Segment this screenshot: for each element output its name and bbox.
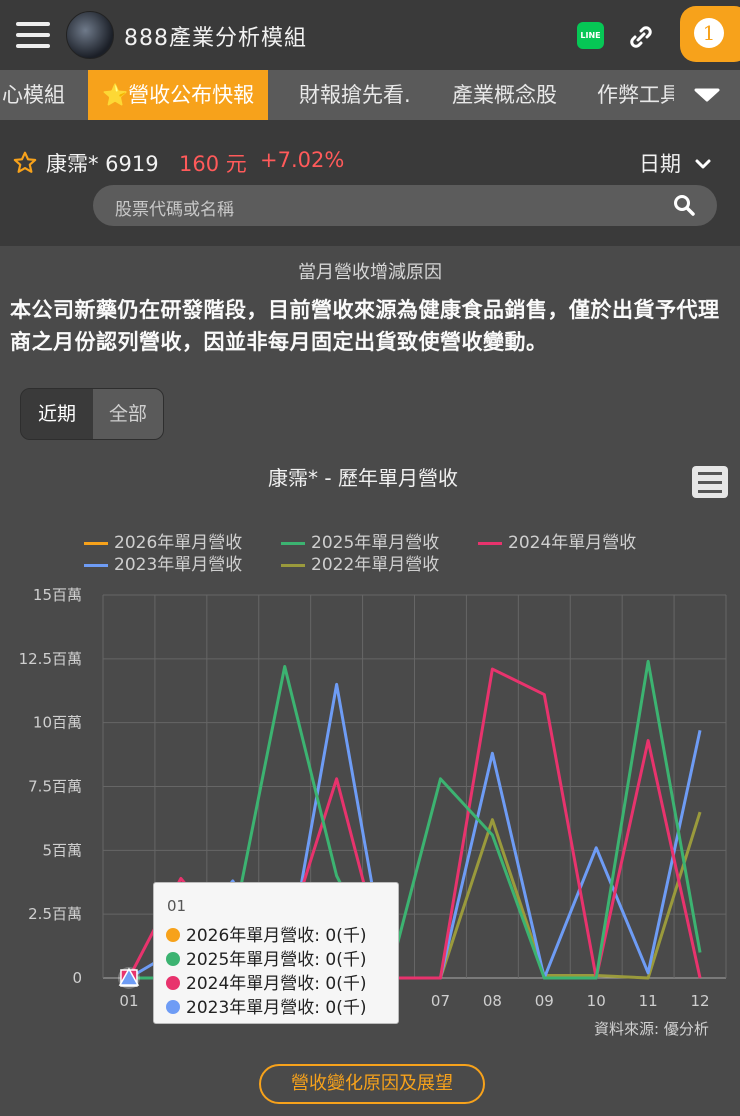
x-tick-label: 11 — [639, 992, 658, 1010]
y-tick-label: 0 — [72, 969, 82, 987]
x-tick-label: 12 — [690, 992, 709, 1010]
tooltip-dot — [166, 976, 180, 990]
data-source: 資料來源: 優分析 — [594, 1020, 709, 1038]
tooltip-row: 2023年單月營收: 0(千) — [166, 993, 366, 1018]
tab-more-button[interactable] — [674, 70, 740, 120]
tooltip-row: 2026年單月營收: 0(千) — [166, 921, 366, 946]
chevron-down-icon — [694, 88, 720, 102]
chart-title: 康霈* - 歷年單月營收 — [268, 466, 458, 490]
legend-item[interactable]: 2023年單月營收 — [84, 550, 242, 575]
search-icon[interactable] — [673, 194, 695, 216]
tab-core-module[interactable]: 心模組 — [2, 70, 65, 120]
tooltip-text: 2026年單月營收: 0(千) — [186, 926, 367, 946]
favorite-star-icon[interactable] — [12, 150, 38, 176]
x-tick-label: 09 — [535, 992, 554, 1010]
y-tick-label: 12.5百萬 — [19, 650, 82, 668]
link-icon[interactable] — [628, 24, 654, 50]
tooltip-row: 2025年單月營收: 0(千) — [166, 945, 366, 970]
tab-tools[interactable]: 作弊工具 — [597, 70, 681, 120]
stock-price: 160 元 — [179, 152, 247, 176]
tooltip-dot — [166, 1000, 180, 1014]
stock-name: 康霈* 6919 — [46, 152, 159, 176]
y-tick-label: 5百萬 — [42, 841, 82, 859]
tab-financial-preview[interactable]: 財報搶先看. — [299, 70, 411, 120]
app-logo[interactable] — [66, 11, 114, 59]
legend-item[interactable]: 2022年單月營收 — [281, 550, 439, 575]
tooltip-text: 2023年單月營收: 0(千) — [186, 998, 367, 1018]
stock-header — [0, 120, 740, 246]
y-tick-label: 15百萬 — [33, 586, 82, 604]
chevron-down-icon — [695, 159, 711, 169]
search-input[interactable]: 股票代碼或名稱 — [115, 195, 234, 220]
revenue-reason-text: 本公司新藥仍在研發階段，目前營收來源為健康食品銷售，僅於出貨予代理商之月份認列營… — [10, 298, 720, 354]
tooltip-header: 01 — [167, 897, 187, 915]
tooltip-dot — [166, 928, 180, 942]
tooltip-dot — [166, 952, 180, 966]
legend-label: 2024年單月營收 — [508, 533, 637, 553]
notification-button[interactable]: 1 — [680, 6, 740, 62]
x-tick-label: 07 — [431, 992, 450, 1010]
x-tick-label: 10 — [587, 992, 606, 1010]
notification-count: 1 — [694, 18, 724, 48]
menu-icon[interactable] — [16, 22, 50, 48]
line-share-icon[interactable]: LINE — [577, 22, 604, 49]
chart-menu-button[interactable] — [692, 466, 728, 498]
tooltip-text: 2024年單月營收: 0(千) — [186, 974, 367, 994]
tooltip-text: 2025年單月營收: 0(千) — [186, 950, 367, 970]
chart-tooltip: 01 2026年單月營收: 0(千) 2025年單月營收: 0(千) 2024年… — [153, 882, 399, 1024]
tab-bar: 心模組 ⭐營收公布快報 財報搶先看. 產業概念股 作弊工具 — [0, 70, 740, 120]
y-tick-label: 2.5百萬 — [28, 905, 82, 923]
y-tick-label: 7.5百萬 — [28, 778, 82, 796]
range-all-button[interactable]: 全部 — [93, 389, 163, 439]
stock-search[interactable]: 股票代碼或名稱 — [93, 185, 717, 226]
revenue-outlook-button[interactable]: 營收變化原因及展望 — [259, 1064, 485, 1104]
tab-revenue-flash[interactable]: ⭐營收公布快報 — [88, 70, 269, 120]
range-recent-button[interactable]: 近期 — [21, 389, 93, 439]
x-tick-label: 08 — [483, 992, 502, 1010]
legend-label: 2023年單月營收 — [114, 555, 243, 575]
date-dropdown[interactable]: 日期 — [639, 148, 712, 178]
range-toggle: 近期 全部 — [20, 388, 164, 440]
stock-change: +7.02% — [260, 148, 345, 172]
x-tick-label: 01 — [119, 992, 138, 1010]
y-tick-label: 10百萬 — [33, 714, 82, 732]
legend-item[interactable]: 2024年單月營收 — [478, 528, 636, 553]
tooltip-row: 2024年單月營收: 0(千) — [166, 969, 366, 994]
section-title: 當月營收增減原因 — [298, 262, 442, 283]
date-dropdown-label: 日期 — [639, 152, 681, 176]
app-title: 888產業分析模組 — [124, 26, 307, 51]
tab-industry-concept[interactable]: 產業概念股 — [452, 70, 557, 120]
legend-label: 2022年單月營收 — [311, 555, 440, 575]
